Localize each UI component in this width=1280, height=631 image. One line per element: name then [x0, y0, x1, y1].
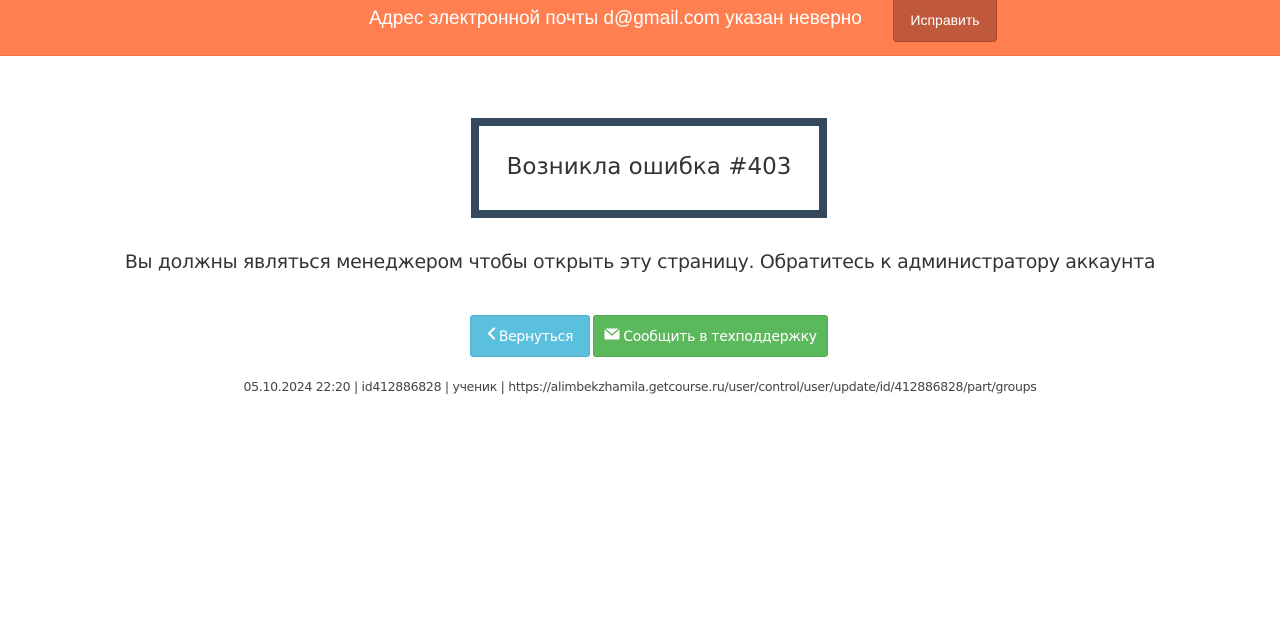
fix-email-button[interactable]: Исправить: [893, 0, 997, 42]
envelope-icon: [604, 315, 620, 357]
error-message: Вы должны являться менеджером чтобы откр…: [124, 251, 1156, 273]
contact-support-button[interactable]: Сообщить в техподдержку: [593, 315, 828, 357]
error-title-box: Возникла ошибка #403: [471, 118, 827, 218]
back-button[interactable]: Вернуться: [470, 315, 590, 357]
support-button-label: Сообщить в техподдержку: [623, 329, 817, 345]
email-warning-bar: Адрес электронной почты d@gmail.com указ…: [0, 0, 1280, 56]
back-button-label: Вернуться: [498, 329, 574, 345]
request-info-line: 05.10.2024 22:20 | id412886828 | ученик …: [243, 379, 1037, 394]
email-warning-text: Адрес электронной почты d@gmail.com указ…: [369, 8, 862, 29]
error-title: Возникла ошибка #403: [506, 154, 792, 180]
chevron-left-icon: [487, 315, 496, 357]
